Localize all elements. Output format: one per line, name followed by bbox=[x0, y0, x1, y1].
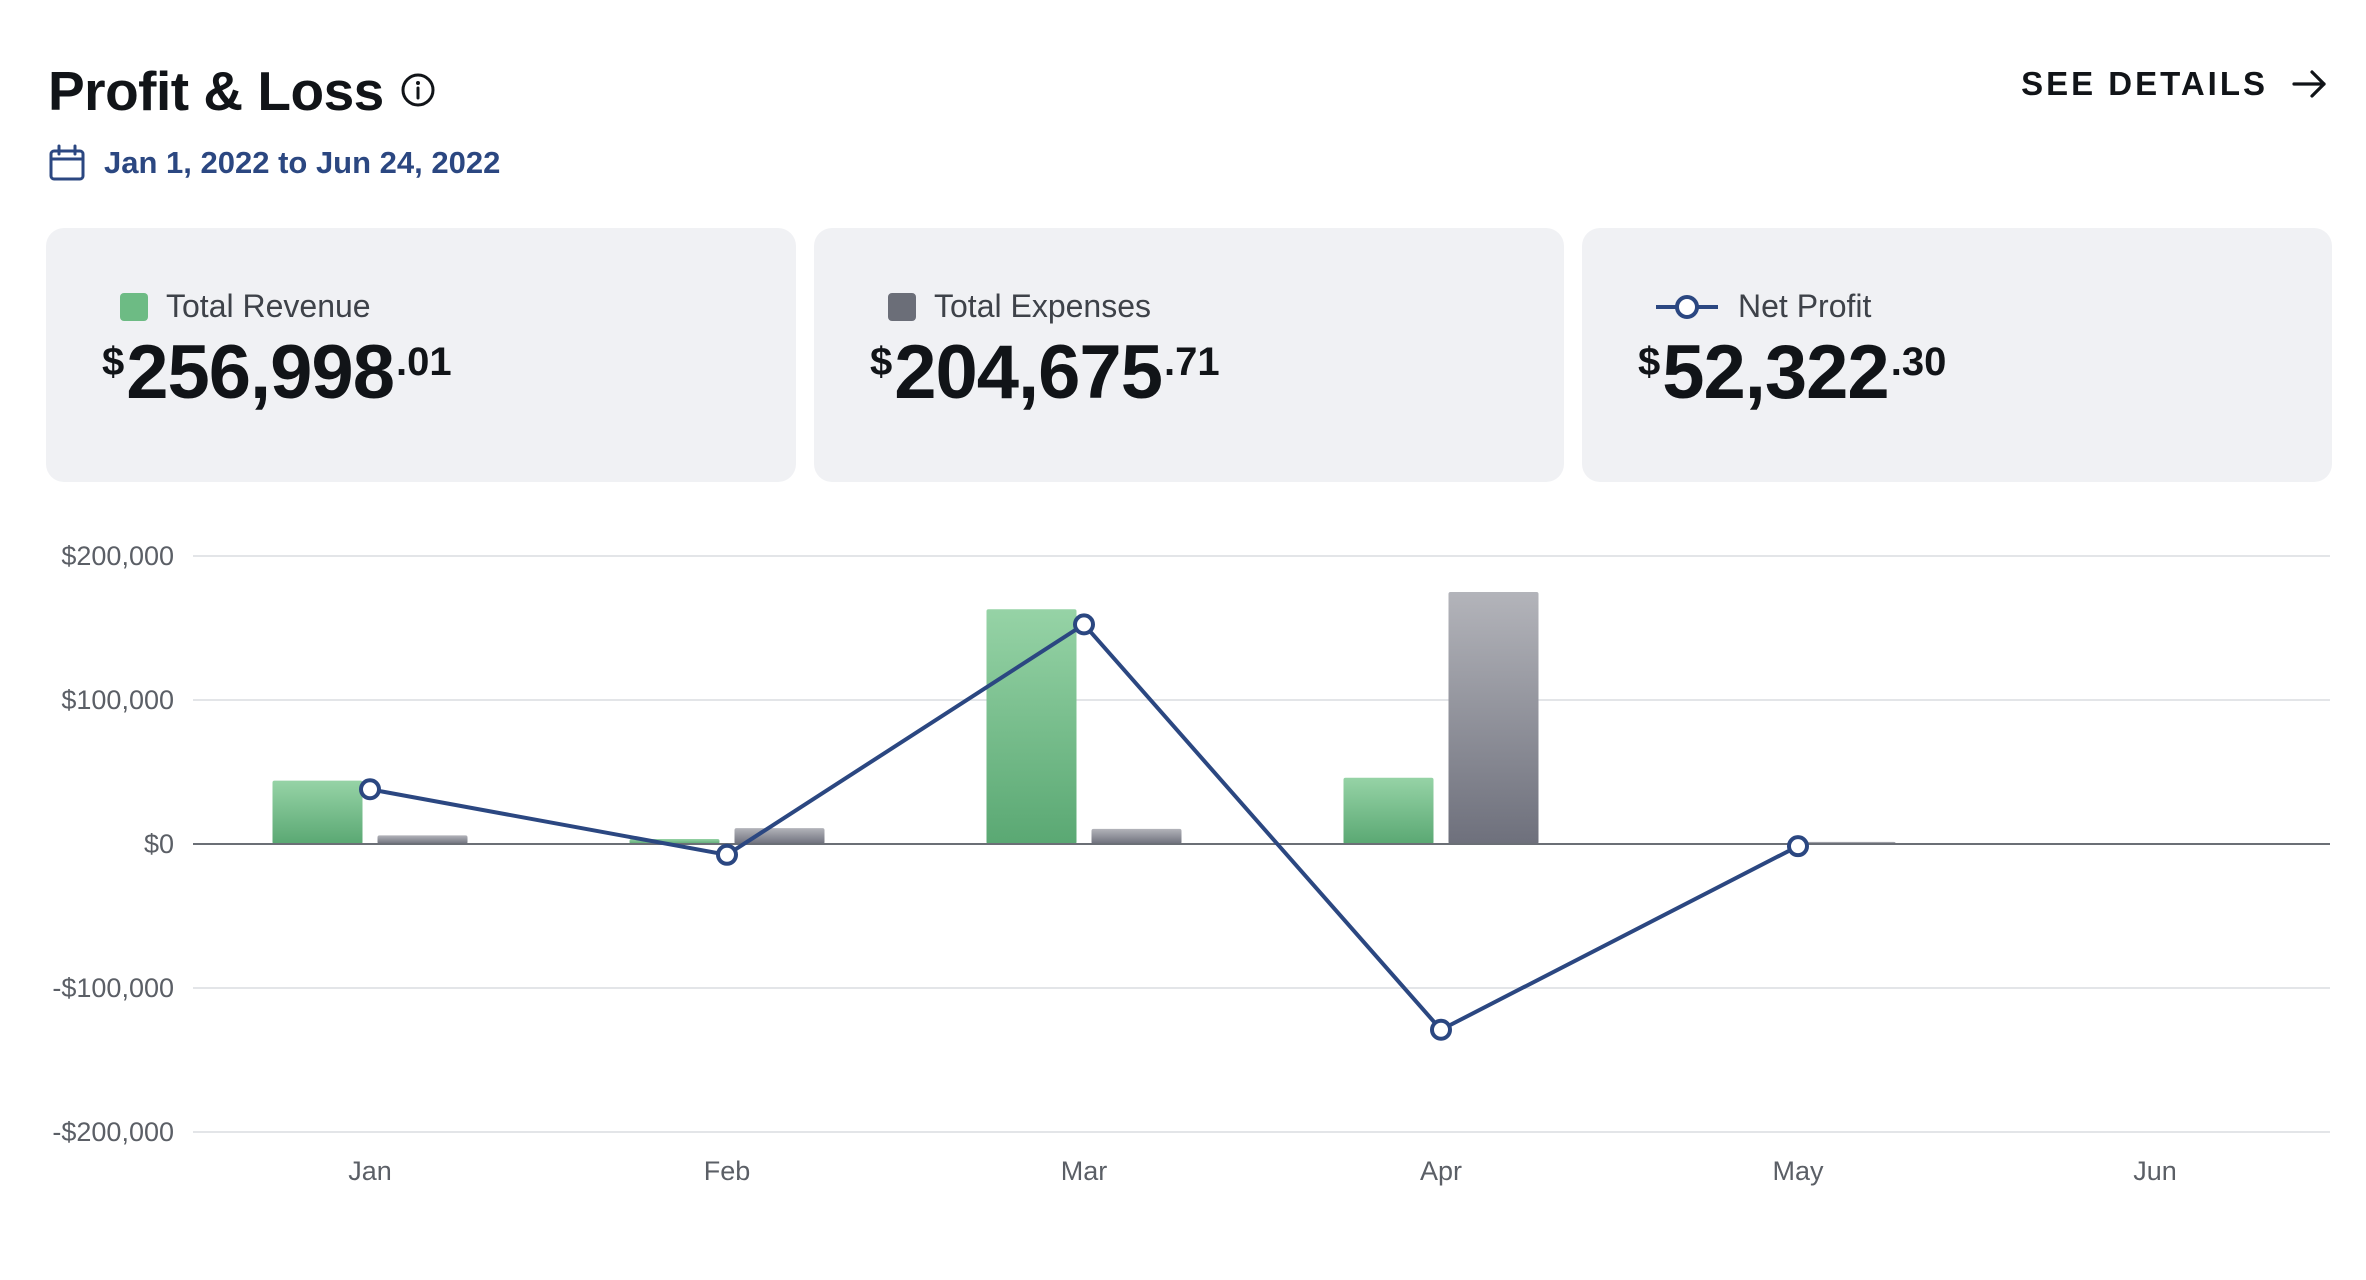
x-axis: Jan Feb Mar Apr May Jun bbox=[348, 1156, 2177, 1186]
profit-loss-chart: $200,000 $100,000 $0 -$100,000 -$200,000 Jan… bbox=[52, 541, 2330, 1186]
net-profit-point bbox=[1073, 613, 1095, 636]
expenses-bar bbox=[1448, 592, 1539, 844]
card-label: Net Profit bbox=[1738, 288, 1872, 324]
x-tick-label: Jan bbox=[348, 1156, 392, 1186]
expenses-bar bbox=[377, 835, 468, 844]
card-label: Total Revenue bbox=[166, 288, 371, 324]
card-amount: $ 256,998 .01 bbox=[102, 328, 452, 418]
y-tick-label: -$200,000 bbox=[52, 1117, 174, 1147]
net-profit-point bbox=[359, 778, 381, 801]
y-tick-label: $100,000 bbox=[61, 685, 174, 715]
date-range-selector[interactable]: Jan 1, 2022 to Jun 24, 2022 bbox=[48, 144, 500, 182]
card-amount: $ 52,322 .30 bbox=[1638, 328, 1946, 418]
see-details-label: SEE DETAILS bbox=[2021, 65, 2268, 102]
line-marker-icon bbox=[1656, 294, 1718, 319]
net-profit-line bbox=[359, 613, 1809, 1041]
net-profit-card[interactable]: Net Profit $ 52,322 .30 bbox=[1582, 228, 2332, 482]
amount-currency: $ bbox=[1638, 340, 1661, 384]
net-profit-point bbox=[1430, 1018, 1452, 1041]
revenue-bar bbox=[986, 609, 1077, 844]
amount-cents: .30 bbox=[1890, 340, 1947, 384]
x-tick-label: Mar bbox=[1061, 1156, 1108, 1186]
date-range-label: Jan 1, 2022 to Jun 24, 2022 bbox=[104, 145, 501, 180]
x-tick-label: Apr bbox=[1420, 1156, 1462, 1186]
card-amount: $ 204,675 .71 bbox=[870, 328, 1220, 418]
info-icon[interactable] bbox=[398, 70, 438, 110]
see-details-link[interactable]: SEE DETAILS bbox=[2021, 64, 2330, 104]
amount-whole: 52,322 bbox=[1662, 330, 1889, 415]
net-profit-polyline bbox=[369, 622, 1799, 1032]
x-tick-label: Feb bbox=[704, 1156, 751, 1186]
net-profit-point bbox=[716, 843, 738, 866]
x-tick-label: May bbox=[1772, 1156, 1824, 1186]
card-legend: Total Revenue bbox=[120, 288, 371, 325]
y-tick-label: -$100,000 bbox=[52, 973, 174, 1003]
x-tick-label: Jun bbox=[2133, 1156, 2177, 1186]
net-profit-point bbox=[1787, 835, 1809, 858]
y-axis: $200,000 $100,000 $0 -$100,000 -$200,000 bbox=[52, 541, 174, 1147]
page-title: Profit & Loss bbox=[48, 60, 384, 122]
y-tick-label: $0 bbox=[144, 829, 174, 859]
card-label: Total Expenses bbox=[934, 288, 1152, 324]
summary-cards: Total Revenue $ 256,998 .01 Total Expens… bbox=[46, 228, 2332, 482]
card-legend: Net Profit bbox=[1654, 288, 1871, 325]
amount-cents: .71 bbox=[1163, 340, 1220, 384]
calendar-icon bbox=[49, 144, 85, 181]
y-tick-label: $200,000 bbox=[61, 541, 174, 571]
card-legend: Total Expenses bbox=[888, 288, 1151, 325]
revenue-swatch-icon bbox=[120, 292, 148, 321]
total-expenses-card[interactable]: Total Expenses $ 204,675 .71 bbox=[814, 228, 1564, 482]
expenses-swatch-icon bbox=[888, 292, 916, 321]
arrow-right-icon bbox=[2292, 70, 2326, 98]
amount-whole: 256,998 bbox=[126, 330, 395, 415]
expenses-bar bbox=[1091, 828, 1182, 844]
amount-currency: $ bbox=[102, 340, 125, 384]
amount-currency: $ bbox=[870, 340, 893, 384]
amount-cents: .01 bbox=[395, 340, 452, 384]
revenue-bar bbox=[272, 780, 363, 844]
header: Profit & Loss SEE DETAILS bbox=[48, 56, 2330, 126]
revenue-bar bbox=[1343, 777, 1434, 844]
total-revenue-card[interactable]: Total Revenue $ 256,998 .01 bbox=[46, 228, 796, 482]
amount-whole: 204,675 bbox=[894, 330, 1163, 415]
